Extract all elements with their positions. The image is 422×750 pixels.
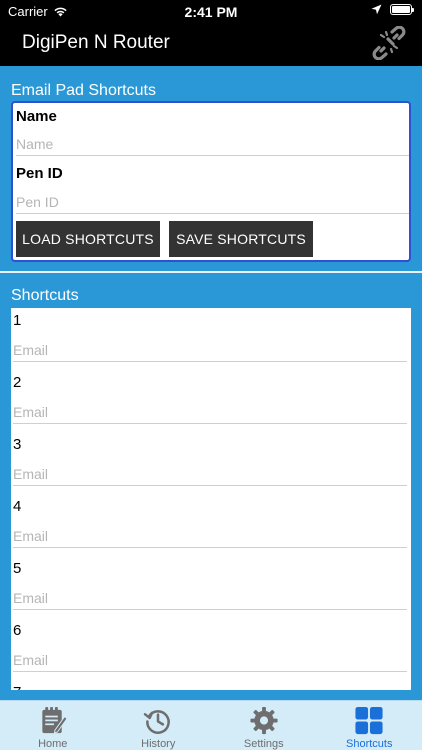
shortcut-email-input[interactable] xyxy=(13,586,407,610)
grid-icon xyxy=(355,706,383,735)
tab-bar: Home History Settings Shortcuts xyxy=(0,700,422,750)
name-label: Name xyxy=(16,108,57,125)
shortcuts-section-title: Shortcuts xyxy=(11,287,79,304)
shortcut-row: 2 xyxy=(11,370,411,432)
shortcut-row: 3 xyxy=(11,432,411,494)
chain-link-icon[interactable] xyxy=(372,26,406,60)
tab-home-label: Home xyxy=(38,738,68,750)
name-input[interactable] xyxy=(16,132,409,156)
tab-history-label: History xyxy=(141,738,176,750)
status-time: 2:41 PM xyxy=(184,4,238,20)
shortcut-email-input[interactable] xyxy=(13,462,407,486)
top-bar: Carrier 2:41 PM DigiPen N Router xyxy=(0,0,422,66)
tab-shortcuts[interactable]: Shortcuts xyxy=(317,701,422,750)
shortcut-number: 2 xyxy=(13,374,22,391)
pen-id-input[interactable] xyxy=(16,190,409,214)
shortcut-number: 5 xyxy=(13,560,22,577)
shortcut-row: 1 xyxy=(11,308,411,370)
tab-history[interactable]: History xyxy=(106,701,212,750)
status-bar: Carrier 2:41 PM xyxy=(0,0,422,22)
shortcut-number: 6 xyxy=(13,622,22,639)
email-pad-card: Name Pen ID LOAD SHORTCUTS SAVE SHORTCUT… xyxy=(11,101,411,262)
shortcut-number: 4 xyxy=(13,498,22,515)
shortcut-number: 7 xyxy=(13,684,21,690)
tab-home[interactable]: Home xyxy=(0,701,106,750)
save-shortcuts-button[interactable]: SAVE SHORTCUTS xyxy=(169,221,313,257)
shortcut-email-input[interactable] xyxy=(13,338,407,362)
pen-id-label: Pen ID xyxy=(16,165,63,182)
shortcut-number: 3 xyxy=(13,436,22,453)
shortcut-row: 6 xyxy=(11,618,411,680)
load-shortcuts-button[interactable]: LOAD SHORTCUTS xyxy=(16,221,160,257)
tab-settings[interactable]: Settings xyxy=(211,701,317,750)
shortcut-number: 1 xyxy=(13,312,22,329)
notepad-icon xyxy=(42,706,68,734)
battery-icon xyxy=(390,4,414,15)
shortcuts-list[interactable]: 1 2 3 4 5 6 7 xyxy=(11,308,411,690)
history-icon xyxy=(144,710,171,734)
tab-shortcuts-label: Shortcuts xyxy=(346,738,393,750)
tab-settings-label: Settings xyxy=(243,738,284,750)
email-pad-section-title: Email Pad Shortcuts xyxy=(11,82,156,99)
shortcut-row: 4 xyxy=(11,494,411,556)
section-divider xyxy=(0,271,422,273)
shortcut-row: 7 xyxy=(11,680,411,690)
shortcut-email-input[interactable] xyxy=(13,400,407,424)
location-arrow-icon xyxy=(371,4,382,15)
shortcut-email-input[interactable] xyxy=(13,524,407,548)
gear-icon xyxy=(250,706,278,735)
app-title: DigiPen N Router xyxy=(22,32,170,53)
status-right xyxy=(371,4,414,15)
shortcut-email-input[interactable] xyxy=(13,648,407,672)
shortcut-row: 5 xyxy=(11,556,411,618)
